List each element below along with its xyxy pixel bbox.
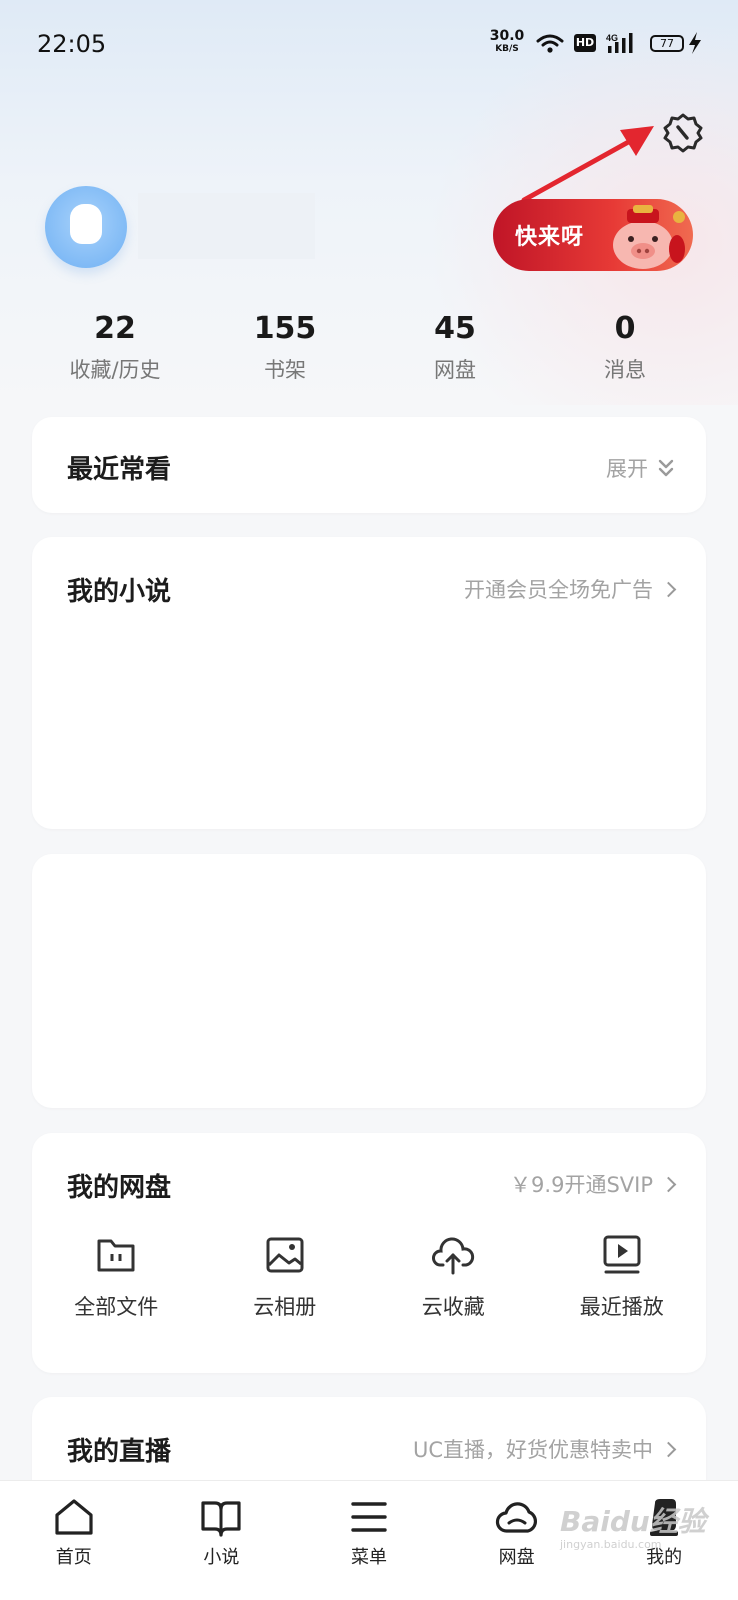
- svip-label: ￥9.9开通SVIP: [510, 1173, 653, 1197]
- stat-messages[interactable]: 0 消息: [540, 310, 710, 390]
- recent-play-button[interactable]: 最近播放: [538, 1233, 707, 1321]
- hd-icon: HD: [574, 34, 596, 52]
- signal-icon: 4G: [606, 33, 633, 53]
- cloud-album-label: 云相册: [253, 1295, 317, 1319]
- svip-link[interactable]: ￥9.9开通SVIP: [510, 1169, 677, 1199]
- battery-icon: 77: [650, 35, 684, 52]
- settings-gear-icon[interactable]: [661, 111, 705, 155]
- stats-row: 22 收藏/历史 155 书架 45 网盘 0 消息: [30, 310, 710, 390]
- cloud-upload-icon: [432, 1237, 475, 1275]
- pig-mascot-icon: [613, 205, 685, 269]
- cloud-icon: [495, 1502, 537, 1533]
- stat-label: 书架: [264, 358, 306, 382]
- cloud-favorites-button[interactable]: 云收藏: [369, 1233, 538, 1321]
- network-speed-value: 30.0: [489, 28, 525, 44]
- home-icon: [55, 1499, 93, 1535]
- network-speed: 30.0 KB/S: [489, 28, 525, 56]
- chevron-right-icon: [660, 1441, 677, 1457]
- expand-button[interactable]: 展开: [606, 453, 674, 483]
- blank-card: [32, 854, 706, 1108]
- novel-card: 我的小说 开通会员全场免广告: [32, 537, 706, 829]
- expand-label: 展开: [606, 457, 648, 481]
- wifi-icon: [536, 34, 564, 53]
- vip-ad-free-link[interactable]: 开通会员全场免广告: [464, 574, 677, 604]
- cloud-favorites-label: 云收藏: [421, 1295, 485, 1319]
- nav-novel-label: 小说: [203, 1547, 240, 1568]
- nav-home[interactable]: 首页: [0, 1481, 148, 1600]
- annotation-arrow-icon: [521, 126, 654, 203]
- cloud-disk-title: 我的网盘: [67, 1173, 172, 1203]
- stat-value: 45: [434, 311, 476, 346]
- vip-ad-free-label: 开通会员全场免广告: [464, 578, 653, 602]
- novel-title: 我的小说: [67, 577, 172, 607]
- play-icon: [603, 1235, 641, 1274]
- avatar-silhouette: [70, 204, 102, 244]
- stat-value: 22: [94, 311, 136, 346]
- menu-icon: [351, 1502, 387, 1532]
- watermark-url: jingyan.baidu.com: [560, 1538, 662, 1551]
- folder-icon: [97, 1239, 135, 1272]
- double-chevron-down-icon: [658, 459, 674, 477]
- nav-menu[interactable]: 菜单: [295, 1481, 443, 1600]
- stat-value: 155: [253, 311, 317, 346]
- all-files-label: 全部文件: [74, 1295, 159, 1319]
- all-files-button[interactable]: 全部文件: [32, 1233, 201, 1321]
- stat-label: 网盘: [434, 358, 476, 382]
- photo-icon: [266, 1237, 304, 1273]
- nav-novel[interactable]: 小说: [148, 1481, 296, 1600]
- stat-cloud-disk[interactable]: 45 网盘: [370, 310, 540, 390]
- stat-bookshelf[interactable]: 155 书架: [200, 310, 370, 390]
- stat-label: 收藏/历史: [69, 358, 161, 382]
- recent-card: 最近常看 展开: [32, 417, 706, 513]
- recent-play-label: 最近播放: [579, 1295, 664, 1319]
- live-promo-label: UC直播，好货优惠特卖中: [412, 1438, 653, 1462]
- live-promo-link[interactable]: UC直播，好货优惠特卖中: [412, 1434, 677, 1464]
- cloud-disk-card: 我的网盘 ￥9.9开通SVIP 全部文件 云相册 云收藏 最近播放: [32, 1133, 706, 1373]
- username-blurred: [138, 193, 315, 259]
- book-icon: [201, 1501, 241, 1537]
- network-speed-unit: KB/S: [495, 44, 519, 54]
- status-time: 22:05: [37, 30, 107, 58]
- cloud-album-button[interactable]: 云相册: [201, 1233, 370, 1321]
- avatar[interactable]: [45, 186, 127, 268]
- live-title: 我的直播: [67, 1437, 172, 1467]
- promo-label: 快来呀: [515, 225, 585, 250]
- stat-value: 0: [614, 311, 636, 346]
- promo-banner-button[interactable]: 快来呀: [493, 199, 693, 271]
- nav-home-label: 首页: [55, 1547, 92, 1568]
- charging-icon: [689, 32, 701, 54]
- recent-title: 最近常看: [67, 455, 172, 485]
- nav-menu-label: 菜单: [350, 1547, 387, 1568]
- stat-label: 消息: [604, 358, 646, 382]
- watermark: Baidu经验: [560, 1505, 706, 1538]
- network-type: 4G: [606, 33, 618, 43]
- cloud-disk-shortcuts: 全部文件 云相册 云收藏 最近播放: [32, 1233, 706, 1321]
- chevron-right-icon: [660, 581, 677, 597]
- status-bar: 22:05 30.0 KB/S HD 4G 77: [0, 0, 738, 88]
- stat-favorites-history[interactable]: 22 收藏/历史: [30, 310, 200, 390]
- chevron-right-icon: [660, 1176, 677, 1192]
